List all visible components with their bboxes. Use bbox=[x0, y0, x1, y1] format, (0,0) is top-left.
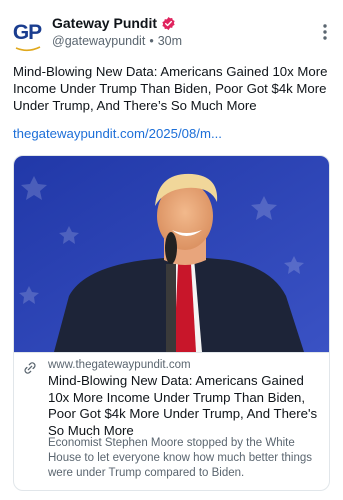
card-domain: www.thegatewaypundit.com bbox=[48, 359, 191, 371]
meta-separator: • bbox=[149, 34, 154, 48]
card-image bbox=[14, 156, 329, 352]
verified-badge-icon bbox=[162, 16, 175, 30]
post-link[interactable]: thegatewaypundit.com/2025/08/m... bbox=[13, 125, 331, 142]
avatar-logo-text: GP bbox=[12, 21, 42, 44]
link-preview-card[interactable]: www.thegatewaypundit.com Mind-Blowing Ne… bbox=[13, 155, 330, 491]
more-options-button[interactable] bbox=[317, 22, 333, 42]
vertical-ellipsis-icon bbox=[323, 24, 327, 40]
author-handle[interactable]: @gatewaypundit bbox=[52, 34, 145, 48]
author-meta-row: @gatewaypundit • 30m bbox=[52, 34, 182, 48]
post-timestamp[interactable]: 30m bbox=[158, 34, 182, 48]
card-title[interactable]: Mind-Blowing New Data: Americans Gained … bbox=[48, 373, 322, 439]
avatar[interactable]: GP bbox=[10, 16, 44, 52]
link-icon bbox=[24, 362, 36, 374]
avatar-swoosh-icon bbox=[15, 46, 41, 52]
card-description: Economist Stephen Moore stopped by the W… bbox=[48, 437, 313, 479]
author-name-row: Gateway Pundit bbox=[52, 14, 176, 32]
card-body: www.thegatewaypundit.com Mind-Blowing Ne… bbox=[14, 352, 329, 490]
post-text: Mind-Blowing New Data: Americans Gained … bbox=[13, 64, 328, 113]
post-header: GP Gateway Pundit @gatewaypundit • 30m bbox=[0, 0, 343, 56]
author-display-name[interactable]: Gateway Pundit bbox=[52, 15, 157, 31]
